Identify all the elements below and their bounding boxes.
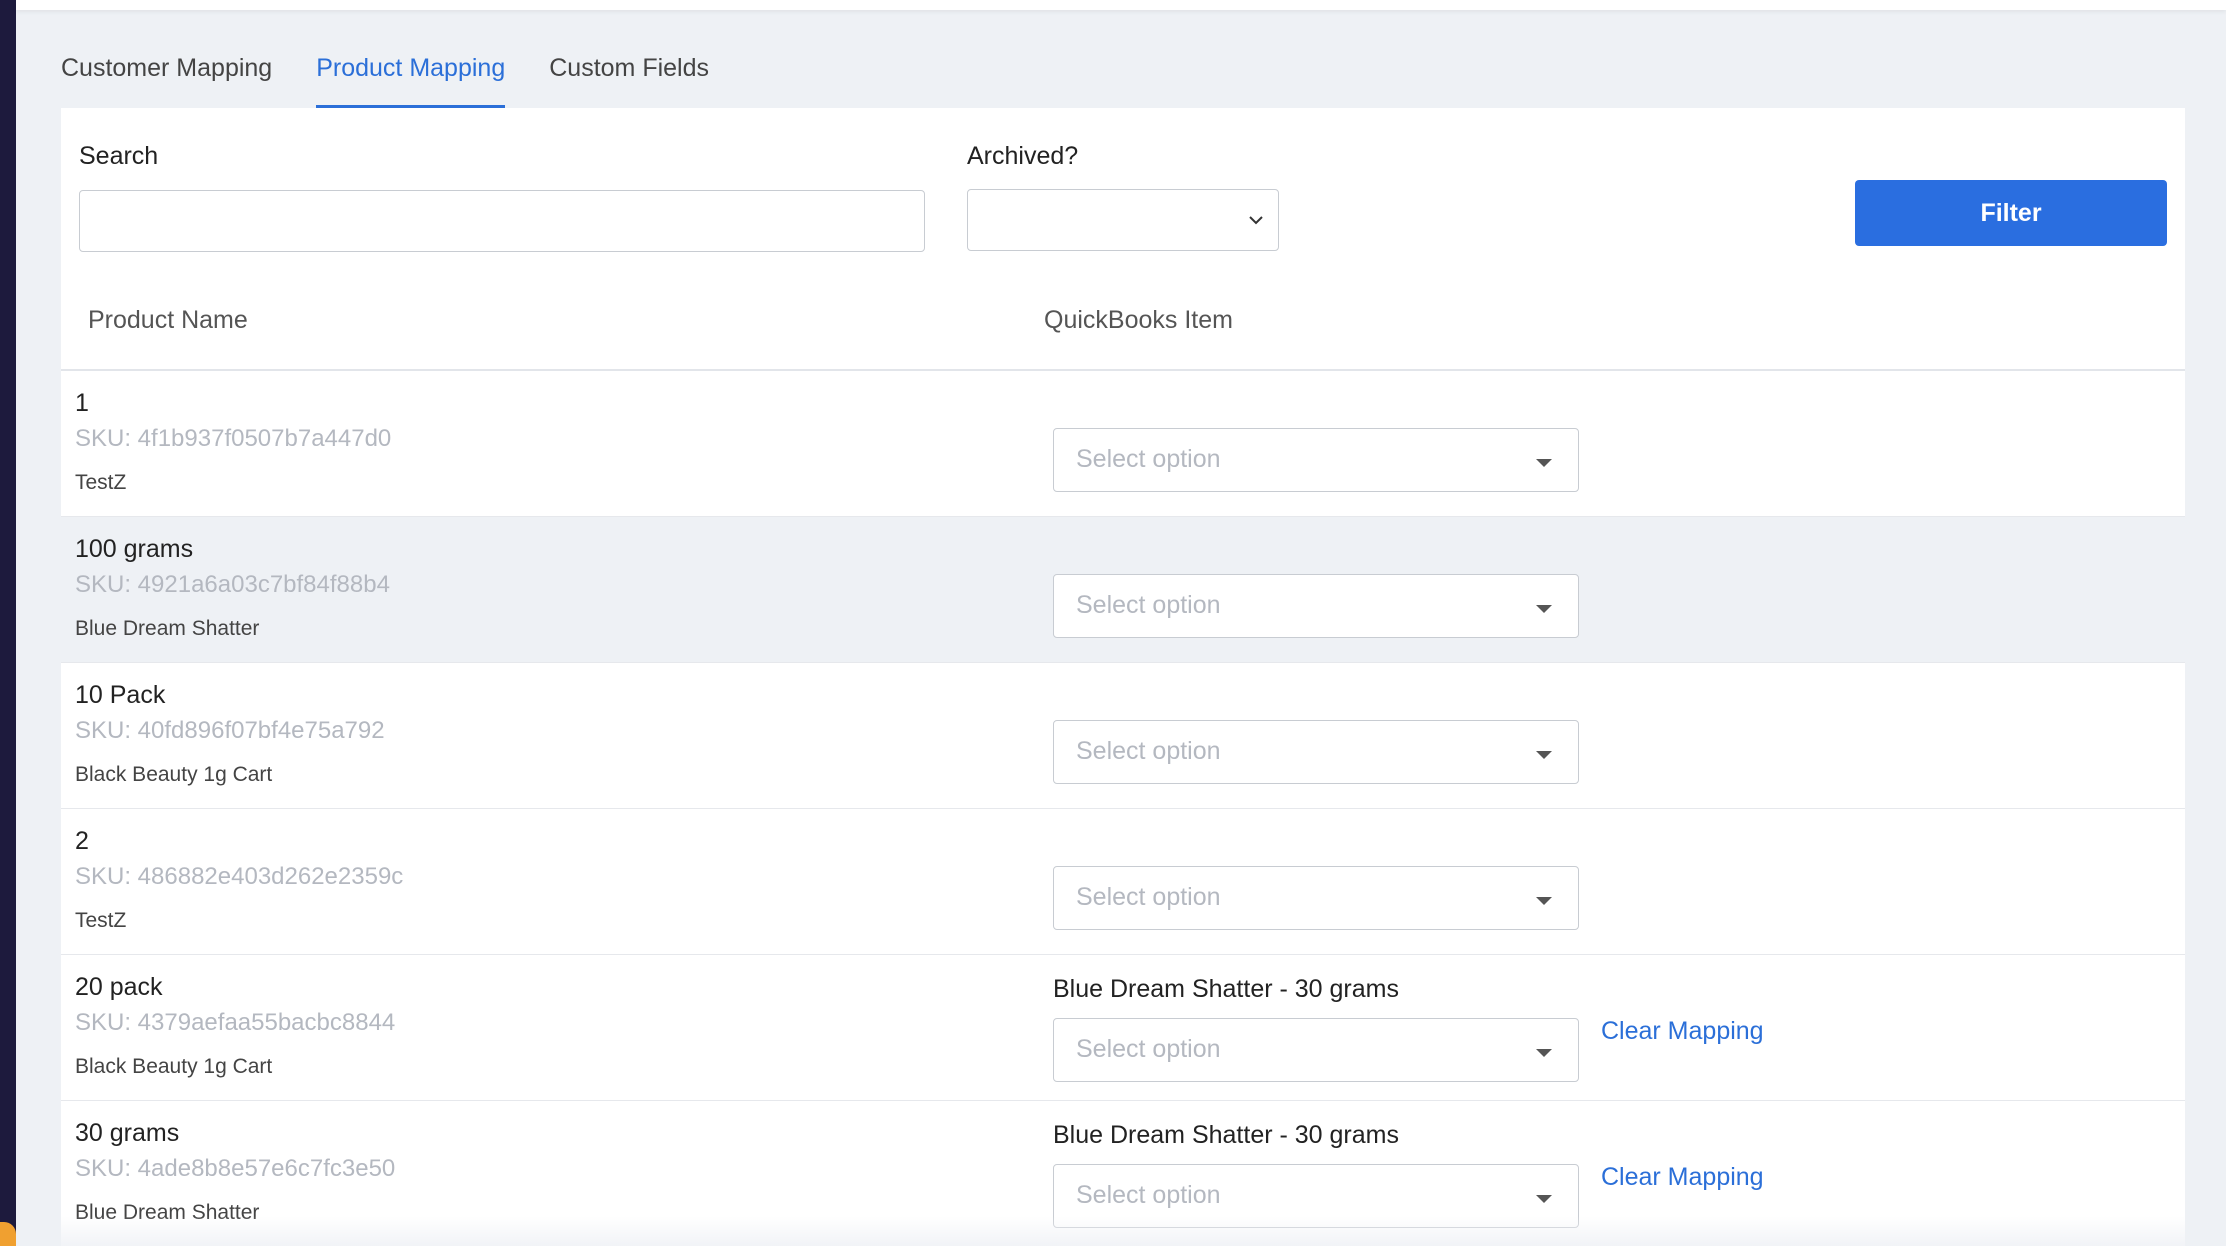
select-placeholder: Select option <box>1076 591 1221 619</box>
help-badge[interactable] <box>0 1222 16 1246</box>
product-name: 20 pack <box>75 973 163 1001</box>
quickbooks-item-select[interactable]: Select option <box>1053 428 1579 492</box>
caret-down-icon <box>1536 1195 1552 1203</box>
caret-down-icon <box>1536 459 1552 467</box>
product-name: 10 Pack <box>75 681 166 709</box>
mapping-tabs: Customer Mapping Product Mapping Custom … <box>61 40 753 108</box>
column-header-product-name: Product Name <box>88 306 248 334</box>
select-placeholder: Select option <box>1076 1181 1221 1209</box>
table-row: 2 SKU: 486882e403d262e2359c TestZ Select… <box>61 809 2185 955</box>
table-row: 1 SKU: 4f1b937f0507b7a447d0 TestZ Select… <box>61 371 2185 517</box>
clear-mapping-link[interactable]: Clear Mapping <box>1601 1017 1764 1046</box>
search-input[interactable] <box>79 190 925 252</box>
tab-custom-fields[interactable]: Custom Fields <box>549 40 709 108</box>
product-sku: SKU: 4f1b937f0507b7a447d0 <box>75 425 392 452</box>
product-category: TestZ <box>75 471 127 494</box>
product-category: Blue Dream Shatter <box>75 617 260 640</box>
product-sku: SKU: 486882e403d262e2359c <box>75 863 404 890</box>
quickbooks-item-select[interactable]: Select option <box>1053 574 1579 638</box>
select-placeholder: Select option <box>1076 445 1221 473</box>
clear-mapping-link[interactable]: Clear Mapping <box>1601 1163 1764 1192</box>
archived-select[interactable] <box>967 189 1279 251</box>
top-header-bar <box>16 0 2226 10</box>
select-placeholder: Select option <box>1076 883 1221 911</box>
quickbooks-item-select[interactable]: Select option <box>1053 1164 1579 1228</box>
product-category: TestZ <box>75 909 127 932</box>
table-row: 100 grams SKU: 4921a6a03c7bf84f88b4 Blue… <box>61 517 2185 663</box>
product-name: 1 <box>75 389 89 417</box>
product-name: 100 grams <box>75 535 194 563</box>
caret-down-icon <box>1536 751 1552 759</box>
caret-down-icon <box>1536 605 1552 613</box>
product-sku: SKU: 4379aefaa55bacbc8844 <box>75 1009 396 1036</box>
select-placeholder: Select option <box>1076 1035 1221 1063</box>
app-sidebar-edge <box>0 0 16 1246</box>
product-sku: SKU: 40fd896f07bf4e75a792 <box>75 717 385 744</box>
column-header-quickbooks-item: QuickBooks Item <box>1044 306 1233 334</box>
product-name: 2 <box>75 827 89 855</box>
search-label: Search <box>79 142 159 170</box>
quickbooks-item-select[interactable]: Select option <box>1053 866 1579 930</box>
quickbooks-item-select[interactable]: Select option <box>1053 1018 1579 1082</box>
product-name: 30 grams <box>75 1119 180 1147</box>
caret-down-icon <box>1536 1049 1552 1057</box>
archived-label: Archived? <box>967 142 1079 170</box>
table-row: 20 pack SKU: 4379aefaa55bacbc8844 Black … <box>61 955 2185 1101</box>
select-placeholder: Select option <box>1076 737 1221 765</box>
product-list: 1 SKU: 4f1b937f0507b7a447d0 TestZ Select… <box>61 371 2185 1246</box>
mapped-quickbooks-item: Blue Dream Shatter - 30 grams <box>1053 1121 1399 1149</box>
filter-button[interactable]: Filter <box>1855 180 2167 246</box>
mapped-quickbooks-item: Blue Dream Shatter - 30 grams <box>1053 975 1399 1003</box>
caret-down-icon <box>1536 897 1552 905</box>
quickbooks-item-select[interactable]: Select option <box>1053 720 1579 784</box>
product-category: Blue Dream Shatter <box>75 1201 260 1224</box>
product-sku: SKU: 4ade8b8e57e6c7fc3e50 <box>75 1155 396 1182</box>
chevron-down-icon <box>1249 216 1263 225</box>
product-category: Black Beauty 1g Cart <box>75 1055 273 1078</box>
product-mapping-panel: Search Archived? Filter Product Name Qui… <box>61 108 2185 1246</box>
table-row: 30 grams SKU: 4ade8b8e57e6c7fc3e50 Blue … <box>61 1101 2185 1246</box>
table-row: 10 Pack SKU: 40fd896f07bf4e75a792 Black … <box>61 663 2185 809</box>
product-category: Black Beauty 1g Cart <box>75 763 273 786</box>
tab-customer-mapping[interactable]: Customer Mapping <box>61 40 272 108</box>
tab-product-mapping[interactable]: Product Mapping <box>316 40 506 108</box>
product-sku: SKU: 4921a6a03c7bf84f88b4 <box>75 571 390 598</box>
